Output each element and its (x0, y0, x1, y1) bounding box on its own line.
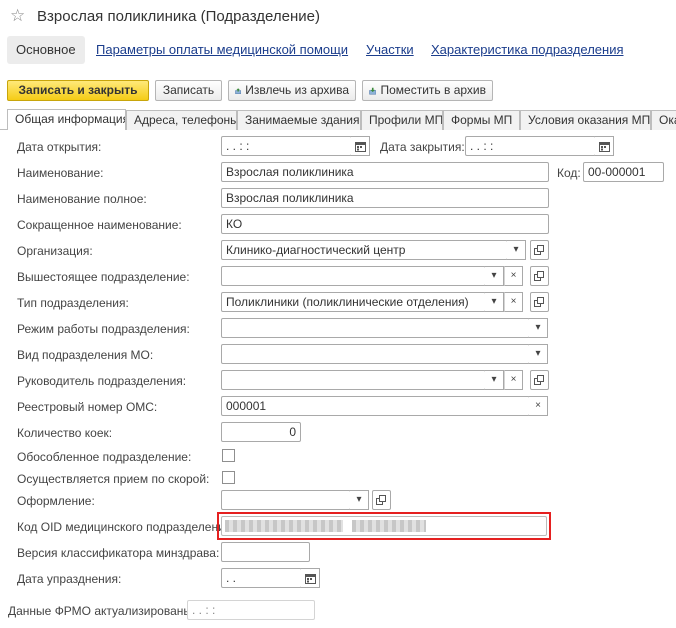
work-mode-input[interactable] (221, 318, 530, 338)
classifier-version-input[interactable] (221, 542, 310, 562)
archive-label: Поместить в архив (380, 83, 486, 97)
archive-icon (369, 87, 377, 94)
full-name-label: Наименование полное: (17, 192, 147, 206)
ambulance-checkbox[interactable] (222, 471, 235, 484)
unarchive-button[interactable]: Извлечь из архива (228, 80, 356, 101)
tab-addresses[interactable]: Адреса, телефоны (126, 110, 237, 130)
chevron-down-icon[interactable]: ▾ (507, 240, 526, 260)
clear-icon[interactable]: × (504, 292, 523, 312)
open-icon[interactable] (530, 266, 549, 286)
chevron-down-icon[interactable]: ▾ (350, 490, 369, 510)
close-date-label: Дата закрытия: (380, 140, 465, 154)
parent-input[interactable] (221, 266, 486, 286)
star-icon[interactable]: ☆ (10, 6, 25, 26)
beds-input[interactable]: 0 (221, 422, 301, 442)
unarchive-label: Извлечь из архива (245, 83, 349, 97)
open-icon[interactable] (530, 292, 549, 312)
close-date-input[interactable]: . . : : (465, 136, 596, 156)
oms-number-label: Реестровый номер ОМС: (17, 400, 158, 414)
open-date-label: Дата открытия: (17, 140, 102, 154)
organization-label: Организация: (17, 244, 93, 258)
unarchive-icon (235, 87, 242, 94)
frmo-actualized-value: . . : : (187, 600, 315, 620)
head-input[interactable] (221, 370, 486, 390)
chevron-down-icon[interactable]: ▾ (485, 292, 504, 312)
clear-icon[interactable]: × (504, 266, 523, 286)
tab-mp-profiles[interactable]: Профили МП (361, 110, 443, 130)
oid-redacted-part1 (225, 520, 343, 532)
full-name-input[interactable]: Взрослая поликлиника (221, 188, 549, 208)
clear-icon[interactable]: × (529, 396, 548, 416)
nav-payment-params[interactable]: Параметры оплаты медицинской помощи (96, 36, 348, 64)
section-nav: Основное Параметры оплаты медицинской по… (0, 34, 676, 68)
code-label: Код: (557, 166, 581, 180)
name-input[interactable]: Взрослая поликлиника (221, 162, 549, 182)
oid-label: Код OID медицинского подразделения: (17, 520, 235, 534)
save-close-button[interactable]: Записать и закрыть (7, 80, 149, 101)
chevron-down-icon[interactable]: ▾ (529, 344, 548, 364)
tab-general[interactable]: Общая информация (7, 109, 126, 130)
nav-characteristics[interactable]: Характеристика подразделения (431, 36, 624, 64)
chevron-down-icon[interactable]: ▾ (485, 370, 504, 390)
open-icon[interactable] (530, 370, 549, 390)
calendar-icon[interactable] (351, 136, 370, 156)
tab-mp-conditions[interactable]: Условия оказания МП (520, 110, 651, 130)
short-name-label: Сокращенное наименование: (17, 218, 182, 232)
organization-input[interactable]: Клинико-диагностический центр (221, 240, 508, 260)
open-icon[interactable] (372, 490, 391, 510)
window-title: Взрослая поликлиника (Подразделение) (37, 8, 320, 25)
head-label: Руководитель подразделения: (17, 374, 187, 388)
parent-label: Вышестоящее подразделение: (17, 270, 190, 284)
tab-more[interactable]: Ока (651, 110, 676, 130)
save-button[interactable]: Записать (155, 80, 222, 101)
abolish-date-input[interactable]: . . (221, 568, 302, 588)
tab-bar: Общая информация Адреса, телефоны Занима… (0, 108, 676, 130)
toolbar: Записать и закрыть Записать Извлечь из а… (0, 78, 676, 102)
chevron-down-icon[interactable]: ▾ (485, 266, 504, 286)
beds-label: Количество коек: (17, 426, 113, 440)
nav-sections[interactable]: Участки (366, 36, 414, 64)
open-date-input[interactable]: . . : : (221, 136, 352, 156)
name-label: Наименование: (17, 166, 104, 180)
registration-input[interactable] (221, 490, 351, 510)
frmo-actualized-label: Данные ФРМО актуализированы: (8, 604, 196, 618)
nav-main[interactable]: Основное (7, 36, 85, 64)
mo-kind-label: Вид подразделения МО: (17, 348, 154, 362)
open-icon[interactable] (530, 240, 549, 260)
type-label: Тип подразделения: (17, 296, 129, 310)
ambulance-label: Осуществляется прием по скорой: (17, 472, 210, 486)
separate-label: Обособленное подразделение: (17, 450, 192, 464)
tab-mp-forms[interactable]: Формы МП (443, 110, 520, 130)
chevron-down-icon[interactable]: ▾ (529, 318, 548, 338)
separate-checkbox[interactable] (222, 449, 235, 462)
abolish-date-label: Дата упразднения: (17, 572, 122, 586)
registration-label: Оформление: (17, 494, 95, 508)
clear-icon[interactable]: × (504, 370, 523, 390)
tab-buildings[interactable]: Занимаемые здания (237, 110, 361, 130)
calendar-icon[interactable] (301, 568, 320, 588)
mo-kind-input[interactable] (221, 344, 530, 364)
work-mode-label: Режим работы подразделения: (17, 322, 190, 336)
classifier-version-label: Версия классификатора минздрава: (17, 546, 220, 560)
short-name-input[interactable]: КО (221, 214, 549, 234)
title-bar: ☆ Взрослая поликлиника (Подразделение) (0, 0, 676, 34)
oid-redacted-part2 (352, 520, 426, 532)
code-input[interactable]: 00-000001 (583, 162, 664, 182)
archive-button[interactable]: Поместить в архив (362, 80, 493, 101)
calendar-icon[interactable] (595, 136, 614, 156)
type-input[interactable]: Поликлиники (поликлинические отделения) (221, 292, 486, 312)
oms-number-input[interactable]: 000001 (221, 396, 530, 416)
